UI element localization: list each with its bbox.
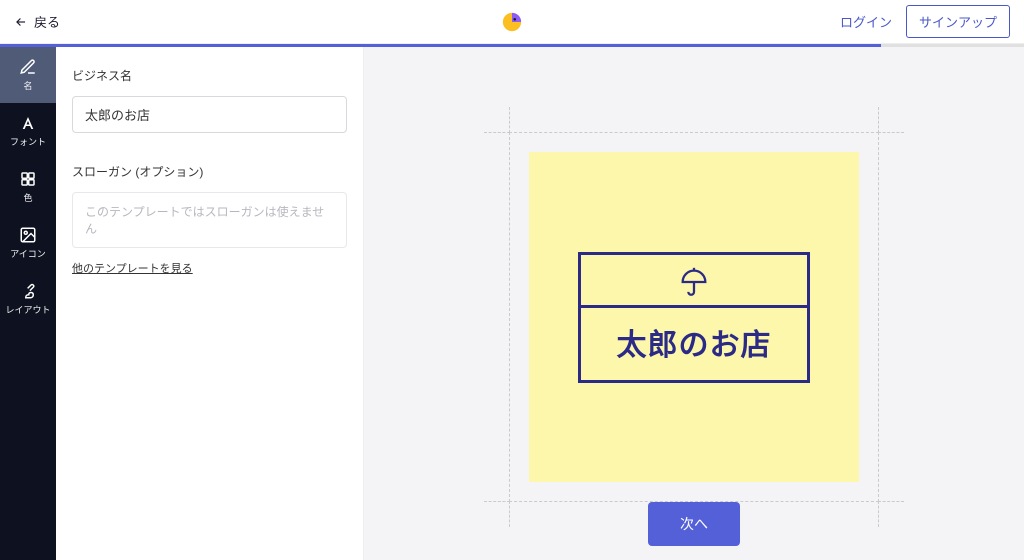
- next-button[interactable]: 次へ: [648, 502, 740, 546]
- editor-sidebar: 名 フォント 色 アイコン レイアウト: [0, 47, 56, 560]
- sidebar-item-font[interactable]: フォント: [0, 103, 56, 159]
- top-header: 戻る ログイン サインアップ: [0, 0, 1024, 44]
- header-actions: ログイン サインアップ: [840, 5, 1010, 38]
- business-name-input[interactable]: [72, 96, 347, 133]
- other-templates-link[interactable]: 他のテンプレートを見る: [72, 260, 347, 276]
- font-icon: [19, 114, 37, 132]
- slogan-input: このテンプレートではスローガンは使えません: [72, 192, 347, 248]
- sidebar-item-label: アイコン: [10, 247, 46, 260]
- logo-artboard[interactable]: 太郎のお店: [529, 152, 859, 482]
- sidebar-item-layout[interactable]: レイアウト: [0, 271, 56, 327]
- logo-icon-row: [581, 255, 807, 308]
- preview-canvas: 太郎のお店 次へ: [364, 47, 1024, 560]
- image-icon: [19, 226, 37, 244]
- business-name-label: ビジネス名: [72, 67, 347, 84]
- login-link[interactable]: ログイン: [840, 12, 892, 31]
- brand-logo: [501, 11, 523, 33]
- sidebar-item-label: 色: [23, 191, 32, 204]
- brush-icon: [19, 282, 37, 300]
- crop-guides: 太郎のお店: [509, 132, 879, 502]
- sidebar-item-label: 名: [23, 79, 32, 92]
- back-label: 戻る: [34, 12, 60, 31]
- umbrella-icon: [677, 265, 711, 299]
- sidebar-item-color[interactable]: 色: [0, 159, 56, 215]
- logo-frame: 太郎のお店: [578, 252, 810, 383]
- palette-icon: [19, 170, 37, 188]
- slogan-label: スローガン (オプション): [72, 163, 347, 180]
- edit-icon: [19, 58, 37, 76]
- sidebar-item-name[interactable]: 名: [0, 47, 56, 103]
- sidebar-item-icon[interactable]: アイコン: [0, 215, 56, 271]
- sidebar-item-label: レイアウト: [5, 303, 50, 316]
- logo-text: 太郎のお店: [617, 308, 772, 380]
- arrow-left-icon: [14, 15, 28, 29]
- back-button[interactable]: 戻る: [14, 12, 60, 31]
- sidebar-item-label: フォント: [10, 135, 46, 148]
- signup-button[interactable]: サインアップ: [906, 5, 1010, 38]
- settings-panel: ビジネス名 スローガン (オプション) このテンプレートではスローガンは使えませ…: [56, 47, 364, 560]
